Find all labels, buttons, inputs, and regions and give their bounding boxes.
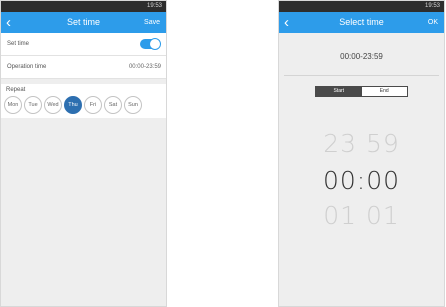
top-bar: ‹ Select time OK — [279, 12, 444, 33]
top-bar: ‹ Set time Save — [1, 12, 166, 33]
status-time: 19:53 — [146, 3, 162, 9]
day-sun[interactable]: Sun — [124, 96, 142, 114]
toggle-knob — [149, 38, 161, 50]
picker-current-value[interactable]: 00:00 — [279, 165, 444, 197]
save-button[interactable]: Save — [144, 12, 160, 33]
page-title: Set time — [66, 17, 100, 27]
repeat-section: Repeat Mon Tue Wed Thu Fri Sat Sun — [1, 84, 166, 118]
status-bar: 19:53 — [1, 1, 166, 12]
set-time-label: Set time — [7, 41, 30, 47]
status-bar: 19:53 — [279, 1, 444, 12]
day-sat[interactable]: Sat — [104, 96, 122, 114]
start-end-segmented-control: Start End — [315, 86, 408, 97]
operation-time-row[interactable]: Operation time 00:00-23:59 — [1, 56, 166, 79]
day-tue[interactable]: Tue — [24, 96, 42, 114]
left-phone-screen: 19:53 ‹ Set time Save Set time Operation… — [0, 0, 167, 307]
picker-next-value[interactable]: 01 01 — [279, 201, 444, 231]
day-selector: Mon Tue Wed Thu Fri Sat Sun — [4, 96, 144, 114]
day-thu[interactable]: Thu — [64, 96, 82, 114]
picker-prev-value[interactable]: 23 59 — [279, 129, 444, 159]
day-fri[interactable]: Fri — [84, 96, 102, 114]
set-time-toggle[interactable] — [140, 38, 161, 50]
operation-time-value: 00:00-23:59 — [128, 64, 161, 70]
end-segment[interactable]: End — [361, 87, 407, 96]
page-title: Select time — [339, 17, 384, 27]
time-picker-wheel[interactable]: 23 59 00:00 01 01 — [279, 129, 444, 231]
right-phone-screen: 19:53 ‹ Select time OK 00:00-23:59 Start… — [278, 0, 445, 307]
divider — [284, 75, 439, 76]
ok-button[interactable]: OK — [428, 12, 438, 33]
time-range-display: 00:00-23:59 — [340, 52, 383, 61]
status-time: 19:53 — [424, 3, 440, 9]
start-segment[interactable]: Start — [316, 87, 362, 96]
operation-time-label: Operation time — [7, 64, 47, 70]
repeat-label: Repeat — [6, 87, 26, 93]
day-wed[interactable]: Wed — [44, 96, 62, 114]
day-mon[interactable]: Mon — [4, 96, 22, 114]
set-time-row: Set time — [1, 33, 166, 56]
